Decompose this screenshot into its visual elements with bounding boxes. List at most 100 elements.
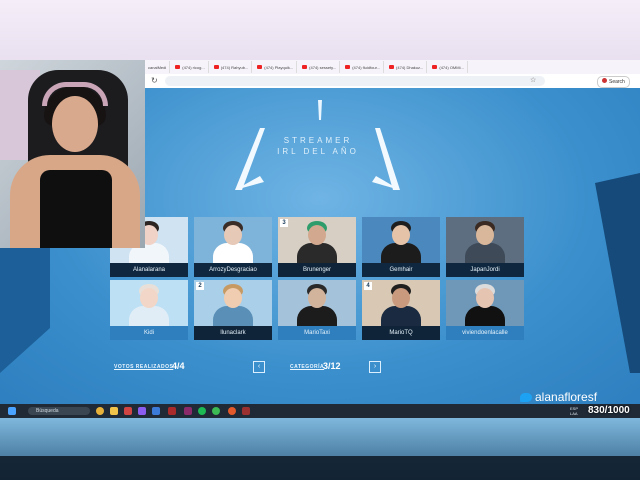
url-input[interactable] bbox=[165, 76, 545, 86]
prev-category-button[interactable]: ‹ bbox=[253, 361, 265, 373]
twitter-handle-text: alanafloresf bbox=[535, 390, 598, 404]
app-icon[interactable] bbox=[184, 407, 192, 415]
photo-face bbox=[140, 288, 158, 308]
nominee-name: Alanalarana bbox=[110, 263, 188, 277]
app-icon[interactable] bbox=[228, 407, 236, 415]
profile-avatar bbox=[602, 78, 607, 83]
browser-tab[interactable]: (474) Rahyub... bbox=[211, 61, 253, 73]
star-icon[interactable]: ☆ bbox=[530, 76, 536, 84]
chrome-icon[interactable] bbox=[212, 407, 220, 415]
browser-tabstrip: canalMedi (474) ricog... (474) Rahyub...… bbox=[145, 60, 640, 74]
votes-label: VOTOS REALIZADOS bbox=[114, 364, 174, 370]
nominee-photo bbox=[194, 280, 272, 326]
nominee-photo bbox=[194, 217, 272, 263]
twitter-handle: alanafloresf bbox=[520, 390, 597, 404]
nominee-name: viviendoenlacalle bbox=[446, 326, 524, 340]
photo-face bbox=[392, 225, 410, 245]
award-title-line1: STREAMER bbox=[283, 136, 353, 145]
nominee-name: Gemhair bbox=[362, 263, 440, 277]
nominee-photo bbox=[362, 217, 440, 263]
app-icon[interactable] bbox=[138, 407, 146, 415]
browser-tab[interactable]: (474) Playquik... bbox=[254, 61, 298, 73]
nominee-card[interactable]: 4 MarioTQ bbox=[362, 280, 440, 340]
nominee-card[interactable]: JapanJordi bbox=[446, 217, 524, 277]
photo-body bbox=[129, 306, 169, 326]
award-title: STREAMER IRL DEL AÑO bbox=[238, 135, 398, 157]
left-decor-shape bbox=[0, 248, 50, 373]
streamer-top bbox=[40, 170, 112, 248]
nominee-card[interactable]: Kidi bbox=[110, 280, 188, 340]
browser-tab[interactable]: (474) OMMi... bbox=[429, 61, 468, 73]
youtube-icon bbox=[302, 65, 308, 69]
vote-rank-badge: 2 bbox=[196, 282, 204, 290]
windows-start-icon[interactable] bbox=[8, 407, 16, 415]
app-icon[interactable] bbox=[124, 407, 132, 415]
browser-tab[interactable]: canalMedi bbox=[145, 61, 171, 73]
award-title-line2: IRL DEL AÑO bbox=[277, 147, 359, 156]
windows-taskbar: Búsqueda ESP LAA bbox=[0, 404, 640, 418]
photo-body bbox=[297, 243, 337, 263]
youtube-icon bbox=[257, 65, 263, 69]
nominee-photo bbox=[278, 280, 356, 326]
chrome-icon[interactable] bbox=[96, 407, 104, 415]
youtube-icon bbox=[213, 65, 219, 69]
youtube-icon bbox=[432, 65, 438, 69]
nominee-name: Kidi bbox=[110, 326, 188, 340]
reload-icon[interactable]: ↻ bbox=[151, 76, 158, 85]
photo-face bbox=[392, 288, 410, 308]
nominee-photo bbox=[362, 280, 440, 326]
app-icon[interactable] bbox=[242, 407, 250, 415]
nominee-photo bbox=[446, 217, 524, 263]
photo-body bbox=[465, 243, 505, 263]
goal-counter: 830/1000 bbox=[588, 405, 630, 416]
youtube-icon bbox=[175, 65, 181, 69]
file-explorer-icon[interactable] bbox=[110, 407, 118, 415]
nominee-name: ArrozyDesgraciao bbox=[194, 263, 272, 277]
spotify-icon[interactable] bbox=[198, 407, 206, 415]
top-blur-region bbox=[0, 0, 640, 60]
browser-tab[interactable]: (474) Dhakuz... bbox=[386, 61, 428, 73]
nominee-name: MarioTaxi bbox=[278, 326, 356, 340]
photo-body bbox=[213, 306, 253, 326]
app-icon[interactable] bbox=[152, 407, 160, 415]
photo-body bbox=[465, 306, 505, 326]
app-icon[interactable] bbox=[168, 407, 176, 415]
photo-body bbox=[381, 306, 421, 326]
nominee-name: llunaclark bbox=[194, 326, 272, 340]
webcam-overlay bbox=[0, 60, 145, 248]
nominee-card[interactable]: ArrozyDesgraciao bbox=[194, 217, 272, 277]
next-category-button[interactable]: › bbox=[369, 361, 381, 373]
vote-rank-badge: 3 bbox=[280, 219, 288, 227]
youtube-icon bbox=[345, 65, 351, 69]
vote-rank-badge: 4 bbox=[364, 282, 372, 290]
browser-address-bar: ↻ ☆ Search bbox=[145, 74, 640, 89]
browser-tab[interactable]: (474) sessety... bbox=[299, 61, 341, 73]
nominee-card[interactable]: MarioTaxi bbox=[278, 280, 356, 340]
photo-face bbox=[308, 225, 326, 245]
photo-face bbox=[224, 288, 242, 308]
nominee-card[interactable]: Gemhair bbox=[362, 217, 440, 277]
headset-icon bbox=[42, 82, 108, 106]
youtube-icon bbox=[389, 65, 395, 69]
nominee-card[interactable]: 2 llunaclark bbox=[194, 280, 272, 340]
photo-body bbox=[213, 243, 253, 263]
nominee-name: Brunenger bbox=[278, 263, 356, 277]
nominee-card[interactable]: 3 Brunenger bbox=[278, 217, 356, 277]
browser-tab[interactable]: (474) ricog... bbox=[172, 61, 209, 73]
browser-tab[interactable]: (474) fluidfour... bbox=[342, 61, 385, 73]
nominee-name: MarioTQ bbox=[362, 326, 440, 340]
photo-face bbox=[224, 225, 242, 245]
bottom-blur-region bbox=[0, 418, 640, 480]
nominee-card[interactable]: viviendoenlacalle bbox=[446, 280, 524, 340]
profile-button[interactable]: Search bbox=[597, 76, 630, 88]
bottom-dark-band bbox=[0, 456, 640, 480]
language-indicator[interactable]: ESP LAA bbox=[570, 406, 584, 416]
nominee-photo bbox=[278, 217, 356, 263]
photo-face bbox=[476, 225, 494, 245]
photo-face bbox=[308, 288, 326, 308]
right-decor-shape bbox=[595, 173, 640, 373]
taskbar-search-input[interactable]: Búsqueda bbox=[28, 407, 90, 415]
nominee-photo bbox=[446, 280, 524, 326]
nominee-photo bbox=[110, 280, 188, 326]
nominee-name: JapanJordi bbox=[446, 263, 524, 277]
